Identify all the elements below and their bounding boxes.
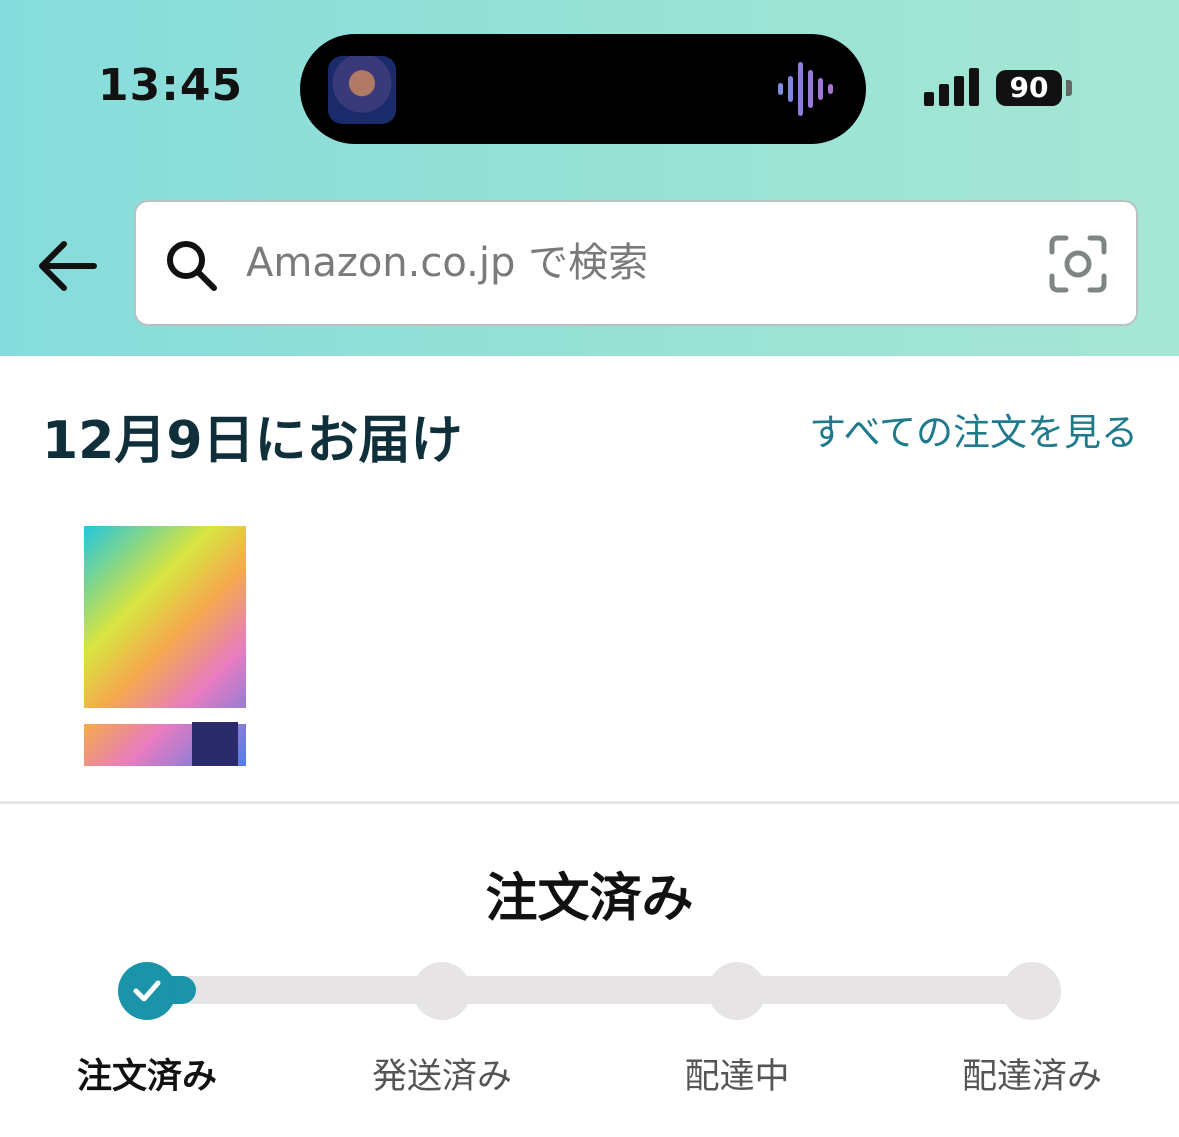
- step-ordered-marker: [118, 962, 176, 1020]
- order-status-title: 注文済み: [485, 869, 694, 929]
- step-delivered-marker: [1003, 962, 1061, 1020]
- back-arrow-icon[interactable]: [34, 238, 98, 294]
- now-playing-thumbnail[interactable]: [328, 56, 396, 124]
- section-divider: [0, 801, 1179, 804]
- search-icon: [167, 241, 217, 291]
- status-time: 13:45: [98, 60, 244, 111]
- signal-icon: [924, 68, 979, 106]
- step-in-transit-marker: [708, 962, 766, 1020]
- step-label-in-transit: 配達中: [684, 1057, 790, 1097]
- progress-track: [150, 976, 1032, 1004]
- dynamic-island[interactable]: [300, 34, 866, 144]
- step-label-delivered: 配達済み: [961, 1057, 1102, 1097]
- book-cover-badge: [192, 722, 238, 766]
- delivery-heading: 12月9日にお届け: [42, 411, 463, 471]
- search-input[interactable]: [246, 230, 1006, 296]
- app-header: 13:45 90: [0, 0, 1179, 356]
- camera-scan-icon[interactable]: [1048, 234, 1108, 294]
- battery-tip: [1066, 80, 1072, 96]
- view-all-orders-link[interactable]: すべての注文を見る: [800, 404, 1138, 462]
- product-image[interactable]: [84, 526, 246, 766]
- checkmark-icon: [133, 980, 161, 1002]
- step-label-ordered: 注文済み: [76, 1057, 217, 1097]
- audio-wave-icon: [778, 62, 833, 116]
- step-shipped-marker: [413, 962, 471, 1020]
- step-label-shipped: 発送済み: [371, 1057, 512, 1097]
- search-bar[interactable]: [134, 200, 1138, 326]
- battery-indicator: 90: [996, 70, 1062, 106]
